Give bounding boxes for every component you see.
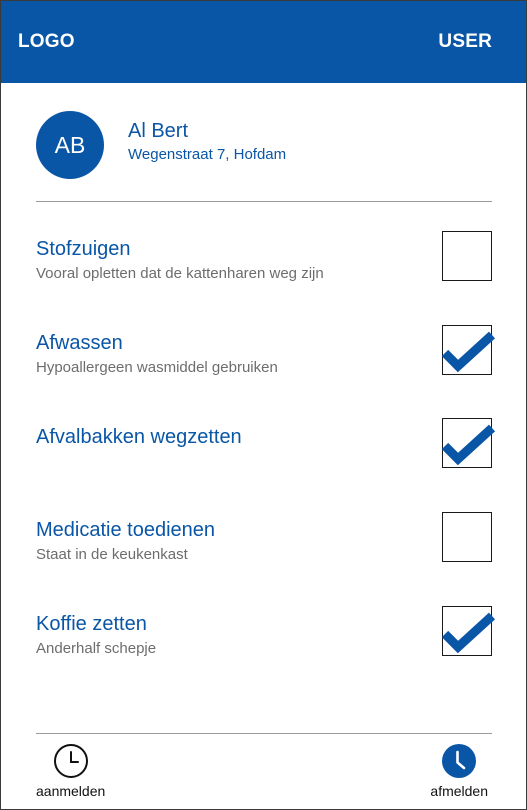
task-item: Afwassen Hypoallergeen wasmiddel gebruik…	[36, 325, 496, 391]
task-subtitle: Staat in de keukenkast	[36, 546, 188, 563]
task-checkbox[interactable]	[441, 325, 496, 375]
task-title: Medicatie toedienen	[36, 519, 216, 541]
task-checkbox[interactable]	[442, 231, 492, 281]
avatar: AB	[36, 111, 104, 179]
task-checkbox[interactable]	[441, 418, 496, 468]
checkmark-icon	[441, 424, 496, 466]
task-subtitle: Vooral opletten dat de kattenharen weg z…	[36, 265, 324, 282]
task-item: Stofzuigen Vooral opletten dat de katten…	[36, 231, 492, 297]
task-item: Medicatie toedienen Staat in de keukenka…	[36, 512, 492, 578]
task-title: Stofzuigen	[36, 238, 131, 260]
task-item: Koffie zetten Anderhalf schepje	[36, 606, 496, 672]
task-subtitle: Anderhalf schepje	[36, 640, 157, 657]
clock-in-label: aanmelden	[36, 783, 106, 799]
client-name: Al Bert	[128, 120, 189, 142]
clock-filled-icon	[442, 744, 477, 778]
clock-in-button[interactable]: aanmelden	[36, 743, 105, 799]
clock-out-label: afmelden	[430, 783, 488, 799]
task-subtitle: Hypoallergeen wasmiddel gebruiken	[36, 359, 278, 376]
divider	[36, 201, 492, 202]
checkmark-icon	[441, 612, 496, 654]
task-title: Afvalbakken wegzetten	[36, 426, 242, 448]
task-checkbox[interactable]	[441, 606, 496, 656]
logo: LOGO	[18, 31, 75, 52]
clock-outline-icon	[53, 744, 88, 778]
checkmark-icon	[441, 331, 496, 373]
task-checkbox[interactable]	[442, 512, 492, 562]
user-menu[interactable]: USER	[438, 31, 492, 53]
task-item: Afvalbakken wegzetten	[36, 418, 496, 485]
avatar-initials: AB	[54, 131, 86, 158]
task-title: Afwassen	[36, 332, 123, 354]
app-frame: LOGO USER AB Al Bert Wegenstraat 7, Hofd…	[0, 0, 527, 810]
clock-out-button[interactable]: afmelden	[430, 743, 488, 799]
client-address: Wegenstraat 7, Hofdam	[128, 146, 287, 163]
client-profile: AB Al Bert Wegenstraat 7, Hofdam	[36, 111, 286, 179]
task-title: Koffie zetten	[36, 613, 147, 635]
footer-divider	[36, 733, 492, 734]
header-bar: LOGO USER	[1, 1, 526, 83]
